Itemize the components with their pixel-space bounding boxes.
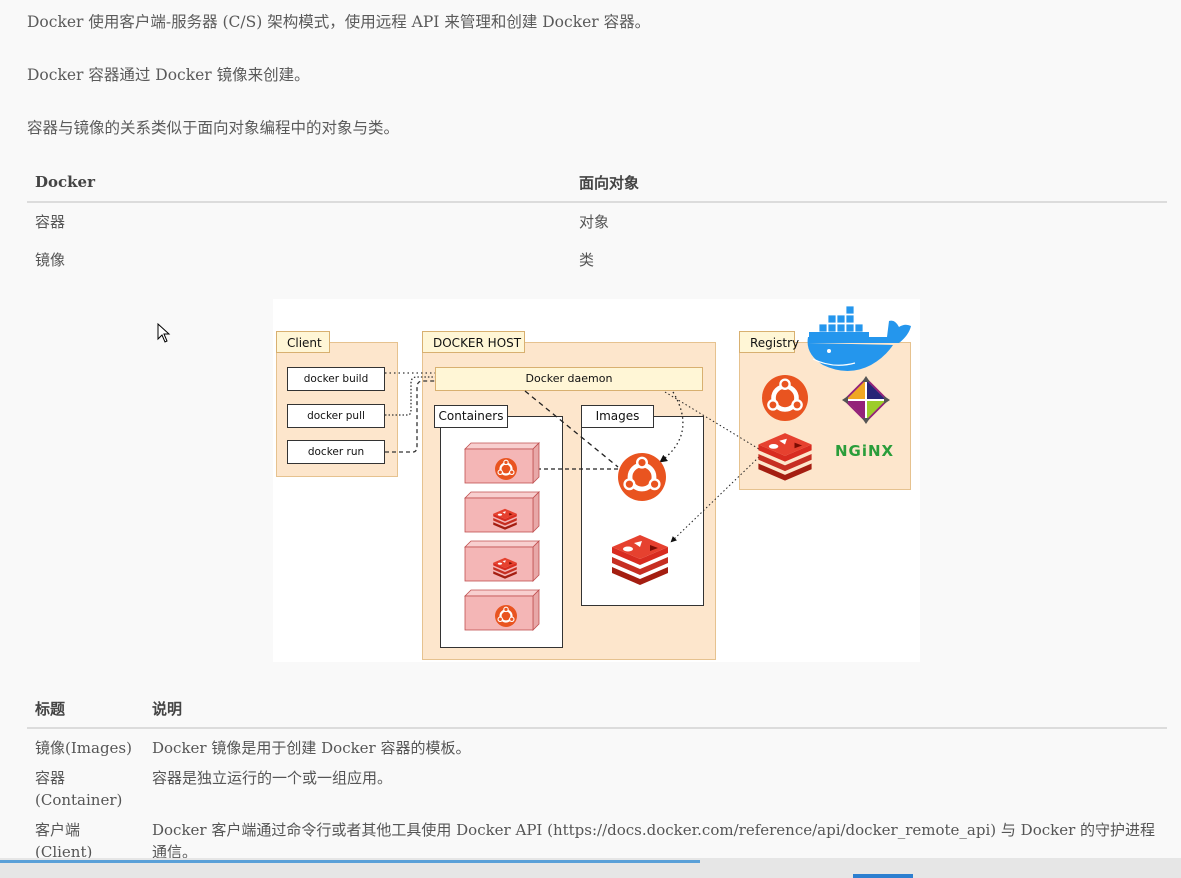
ubuntu-registry-icon [762,375,808,421]
registry-pull-arrow [670,456,760,543]
container-ubuntu-2 [464,589,540,631]
docker-concepts-table: 标题 说明 镜像(Images) Docker 镜像是用于创建 Docker 容… [27,689,1167,863]
column-header-oop: 面向对象 [571,163,1167,203]
table-cell: 镜像(Images) [35,739,132,757]
column-header-title: 标题 [27,689,144,729]
table-header-row: Docker 面向对象 [27,163,1167,203]
table-cell: Docker 镜像是用于创建 Docker 容器的模板。 [152,739,471,757]
redis-image-icon [612,535,668,585]
table-cell: 容器(Container) [35,769,123,809]
centos-registry-icon [842,376,890,424]
daemon-pull-arrow [659,391,684,463]
table-cell: 类 [579,251,595,269]
table-row: 客户端(Client) Docker 客户端通过命令行或者其他工具使用 Dock… [27,811,1167,863]
container-ubuntu-1 [464,442,540,484]
container-redis-1 [464,491,540,533]
ubuntu-image-icon [618,453,666,501]
container-redis-2 [464,540,540,582]
column-header-description: 说明 [144,689,1167,729]
pull-connector [385,376,435,416]
docker-architecture-diagram: Client docker build docker pull docker r… [273,299,920,662]
table-cell: 客户端(Client) [35,821,93,861]
table-cell: Docker 客户端通过命令行或者其他工具使用 Docker API (http… [152,821,1156,861]
intro-paragraph-1: Docker 使用客户端-服务器 (C/S) 架构模式，使用远程 API 来管理… [27,13,651,31]
table-row: 容器 对象 [27,202,1167,241]
table-cell: 镜像 [35,251,66,269]
scrollbar-thumb[interactable] [853,874,913,878]
intro-paragraph-2: Docker 容器通过 Docker 镜像来创建。 [27,66,310,84]
docker-oop-comparison-table: Docker 面向对象 容器 对象 镜像 类 [27,163,1167,279]
progress-indicator [0,860,700,863]
table-header-row: 标题 说明 [27,689,1167,729]
docker-whale-logo [807,305,911,371]
intro-paragraph-3: 容器与镜像的关系类似于面向对象编程中的对象与类。 [27,119,400,137]
table-row: 镜像 类 [27,241,1167,279]
table-cell: 容器 [35,213,66,231]
diagram-graphics [385,305,911,631]
table-cell: 容器是独立运行的一个或一组应用。 [152,769,393,787]
column-header-docker: Docker [27,163,571,203]
table-row: 镜像(Images) Docker 镜像是用于创建 Docker 容器的模板。 [27,728,1167,759]
mouse-cursor-icon [157,323,171,343]
redis-registry-icon [758,433,812,481]
table-cell: 对象 [579,213,610,231]
run-connector [385,380,435,453]
table-row: 容器(Container) 容器是独立运行的一个或一组应用。 [27,759,1167,811]
